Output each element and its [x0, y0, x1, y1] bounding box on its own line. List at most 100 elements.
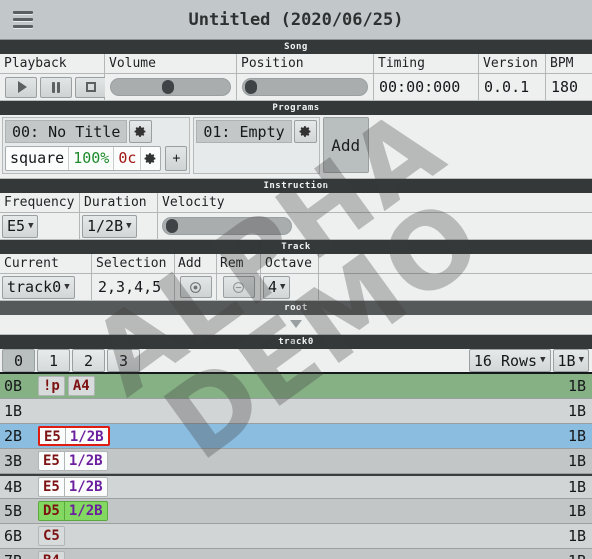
row-cells: !p A4	[38, 376, 568, 396]
current-track-dropdown[interactable]: track0 ▼	[2, 275, 75, 299]
note-row[interactable]: 6B C5 1B	[0, 524, 592, 549]
app-window: Untitled (2020/06/25) Song Playback Volu…	[0, 0, 592, 559]
position-label: Position	[237, 54, 374, 74]
volume-label: Volume	[105, 54, 237, 74]
unit-dropdown[interactable]: 1B ▼	[552, 349, 589, 372]
note-duration: 1/2B	[63, 478, 107, 496]
note-row[interactable]: 0B !p A4 1B	[0, 374, 592, 399]
gear-icon[interactable]	[141, 147, 160, 170]
row-label: 7B	[0, 552, 38, 559]
section-header-programs: Programs	[0, 101, 592, 115]
version-value: 0.0.1	[484, 78, 530, 96]
program-name-1[interactable]: 01: Empty	[196, 120, 292, 143]
duration-dropdown[interactable]: 1/2B ▼	[82, 214, 137, 238]
play-button[interactable]	[5, 76, 37, 98]
track-add-button[interactable]	[179, 276, 212, 298]
frequency-dropdown[interactable]: E5 ▼	[2, 214, 39, 238]
instrument-row-0[interactable]: square 100% 0c	[5, 146, 162, 171]
velocity-control	[158, 213, 592, 239]
remove-circle-icon	[233, 281, 244, 293]
pause-button[interactable]	[40, 76, 72, 98]
row-cells: D5 1/2B	[38, 501, 568, 521]
track-rem-control	[217, 274, 261, 300]
velocity-slider[interactable]	[162, 217, 292, 235]
volume-slider[interactable]	[110, 78, 231, 96]
note-token: C5	[43, 528, 60, 544]
tracklane-tab-2[interactable]: 2	[72, 349, 105, 372]
tracklane-tabs: 0123 16 Rows ▼ 1B ▼	[0, 349, 592, 374]
note-pitch: D5	[43, 503, 60, 519]
note-chip[interactable]: !p	[38, 376, 65, 396]
chevron-down-icon: ▼	[126, 220, 132, 231]
tracklane-tab-1[interactable]: 1	[37, 349, 70, 372]
add-instrument-button[interactable]: +	[165, 146, 188, 171]
gear-icon[interactable]	[293, 120, 317, 143]
note-pitch: E5	[43, 479, 60, 495]
chevron-down-icon: ▼	[578, 355, 584, 365]
row-label: 1B	[4, 402, 23, 420]
current-control: track0 ▼	[0, 274, 92, 300]
current-group: Current track0 ▼	[0, 254, 92, 300]
version-label: Version	[479, 54, 546, 74]
program-card-1: 01: Empty	[193, 117, 320, 174]
timing-label: Timing	[374, 54, 479, 74]
caret-down-icon	[290, 320, 302, 328]
row-length: 1B	[567, 452, 586, 470]
duration-group: Duration 1/2B ▼	[80, 193, 158, 239]
row-cells: B4	[38, 551, 568, 559]
instrument-pan[interactable]: 0c	[114, 147, 142, 170]
track-rem-button[interactable]	[222, 276, 255, 298]
row-cells: E5 1/2B	[38, 451, 568, 471]
note-chip[interactable]: E5 1/2B	[38, 477, 108, 497]
track-filler	[319, 254, 592, 300]
tracklane-tab-0[interactable]: 0	[2, 349, 35, 372]
velocity-slider-knob[interactable]	[166, 219, 179, 233]
note-row[interactable]: 1B 1B	[0, 399, 592, 424]
note-row[interactable]: 3B E5 1/2B 1B	[0, 449, 592, 474]
note-row[interactable]: 5B D5 1/2B 1B	[0, 499, 592, 524]
stop-button[interactable]	[75, 76, 107, 98]
note-row[interactable]: 2B E5 1/2B 1B	[0, 424, 592, 449]
row-length: 1B	[567, 478, 586, 496]
position-slider-knob[interactable]	[245, 80, 258, 94]
rows-count-dropdown[interactable]: 16 Rows ▼	[468, 349, 551, 372]
volume-slider-knob[interactable]	[161, 80, 174, 94]
selection-control[interactable]: 2,3,4,5	[92, 274, 175, 300]
version-group: Version 0.0.1	[479, 54, 546, 100]
program-name-0[interactable]: 00: No Title	[5, 120, 128, 143]
octave-dropdown[interactable]: 4 ▼	[263, 275, 291, 299]
octave-value: 4	[268, 278, 278, 296]
selection-value: 2,3,4,5	[98, 278, 162, 296]
bpm-value-wrap[interactable]: 180	[546, 74, 592, 100]
octave-group: Octave 4 ▼	[261, 254, 319, 300]
note-duration: 1/2B	[64, 428, 108, 444]
note-chip[interactable]: A4	[67, 376, 95, 396]
note-row[interactable]: 7BB4 1B	[0, 549, 592, 559]
hamburger-line	[13, 25, 33, 28]
note-chip[interactable]: E5 1/2B	[38, 426, 110, 446]
duration-value: 1/2B	[87, 217, 124, 235]
hamburger-icon[interactable]	[6, 3, 40, 37]
add-program-button[interactable]: Add	[322, 117, 369, 173]
program-card-0: 00: No Title square 100% 0c +	[2, 117, 191, 174]
note-chip[interactable]: D5 1/2B	[38, 501, 108, 521]
note-token: B4	[39, 552, 64, 559]
row-cells: E5 1/2B	[38, 477, 568, 497]
note-token: !p	[43, 378, 60, 394]
frequency-control: E5 ▼	[0, 213, 80, 239]
note-chip[interactable]: C5	[38, 526, 65, 546]
row-label: 4B	[4, 478, 23, 496]
chevron-down-icon: ▼	[280, 281, 286, 292]
volume-control	[105, 74, 237, 100]
note-chip[interactable]: B4	[38, 551, 65, 559]
playback-group: Playback	[0, 54, 107, 100]
track-panel: Current track0 ▼ Selection 2,3,4,5 Add R…	[0, 254, 592, 301]
note-row[interactable]: 4B E5 1/2B 1B	[0, 474, 592, 499]
position-slider[interactable]	[242, 78, 368, 96]
note-chip[interactable]: E5 1/2B	[38, 451, 108, 471]
instrument-wave[interactable]: square	[6, 147, 70, 170]
instrument-volume[interactable]: 100%	[69, 147, 115, 170]
root-body[interactable]	[0, 315, 592, 335]
tracklane-tab-3[interactable]: 3	[107, 349, 140, 372]
gear-icon[interactable]	[129, 120, 153, 143]
